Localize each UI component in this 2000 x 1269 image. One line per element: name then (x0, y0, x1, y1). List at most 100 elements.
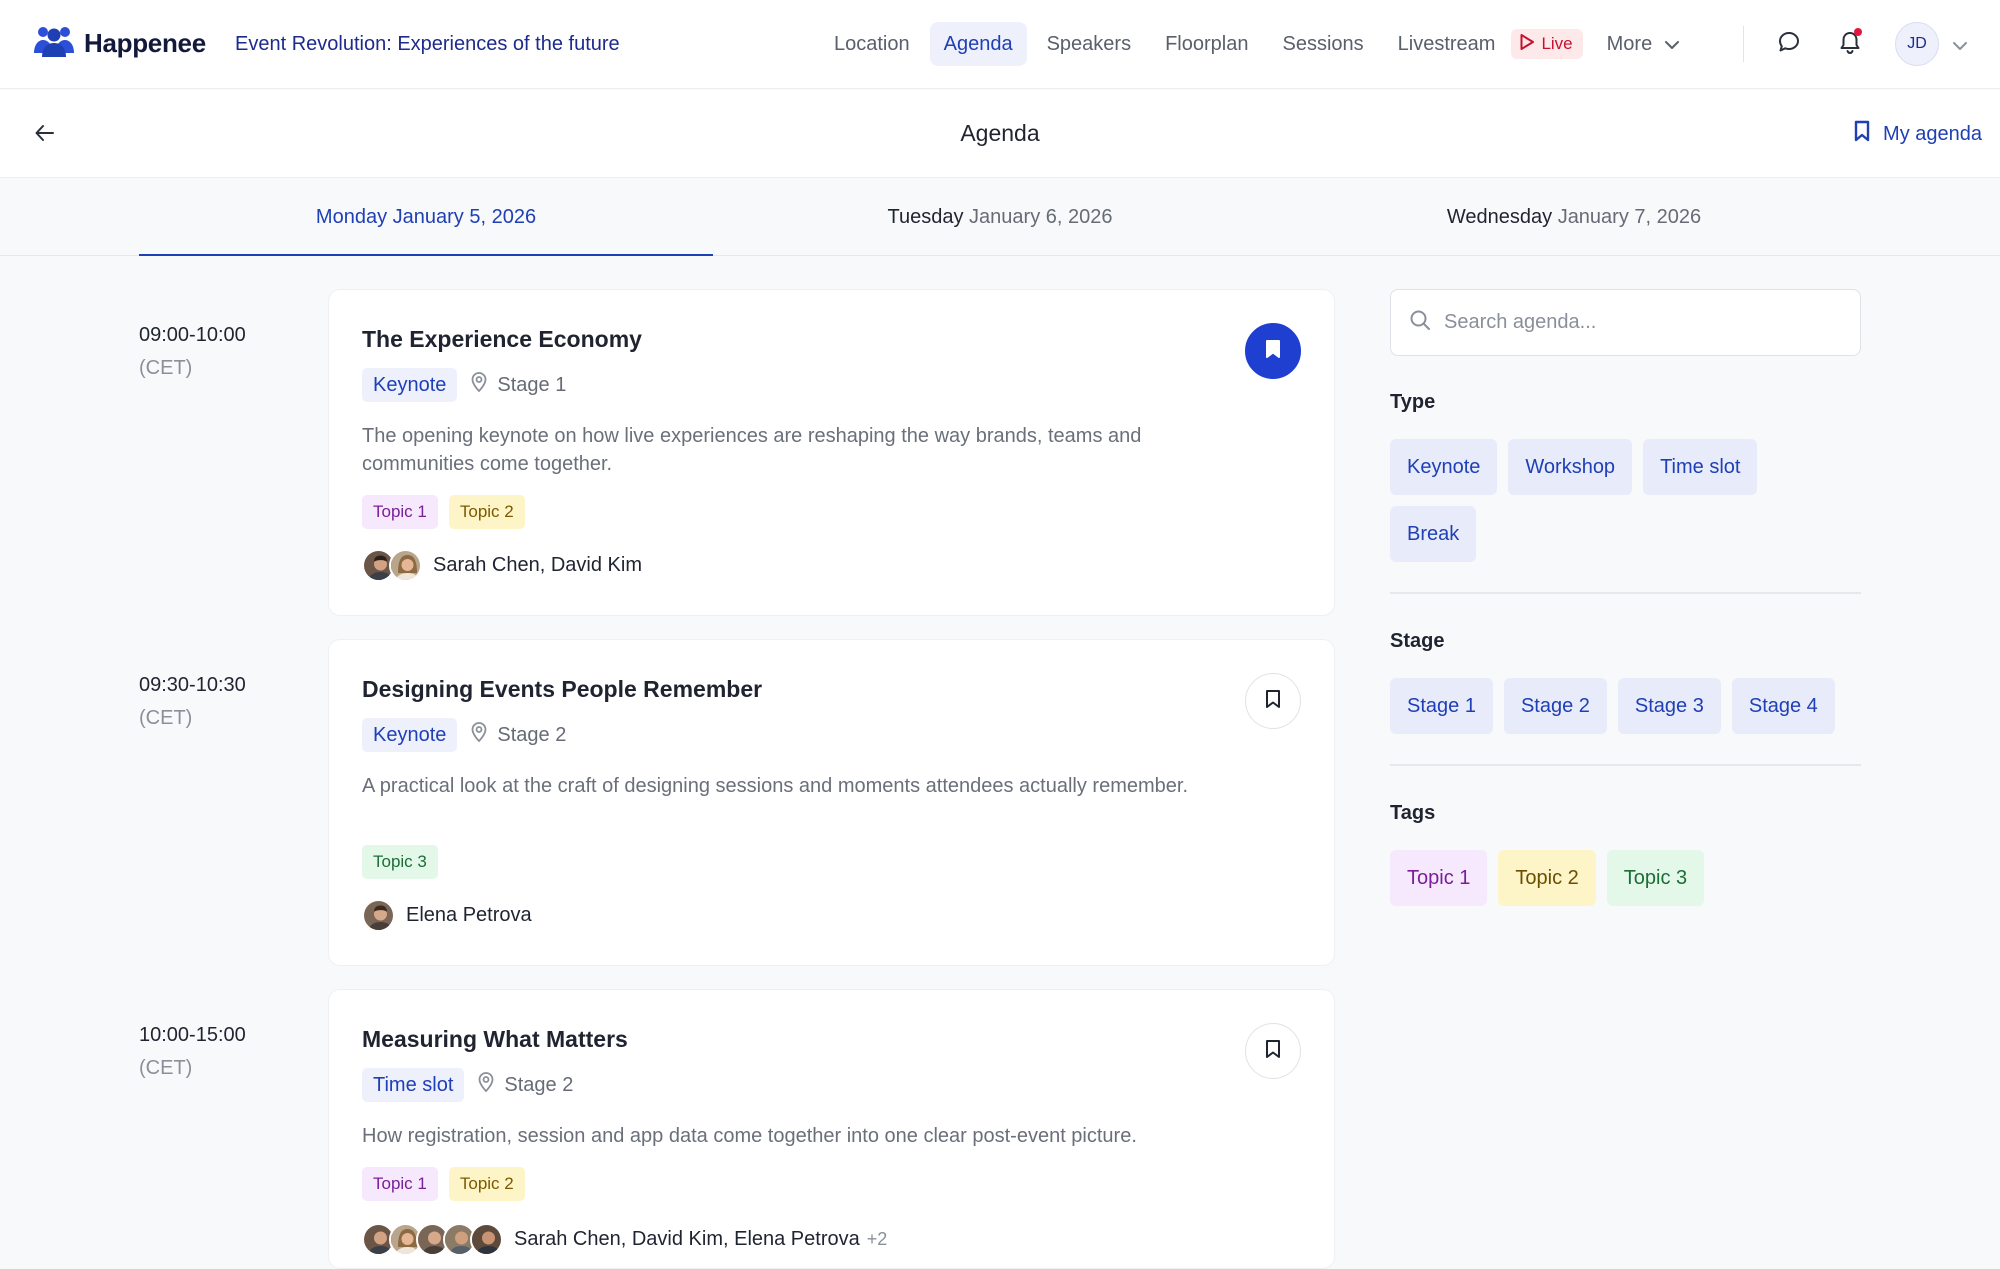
tab-tuesday[interactable]: Tuesday January 6, 2026 (713, 179, 1287, 256)
nav-item-location[interactable]: Location (820, 22, 924, 66)
bookmark-button[interactable] (1245, 1023, 1301, 1079)
filter-heading-stage: Stage (1390, 630, 1445, 652)
more-label: More (1606, 32, 1653, 55)
filter-chip-topic-3[interactable]: Topic 3 (1606, 850, 1705, 906)
session-stage-label: Stage 1 (497, 373, 567, 396)
session-tags: Topic 1 Topic 2 (362, 495, 536, 529)
filter-chip-stage-1[interactable]: Stage 1 (1390, 678, 1493, 734)
nav-item-livestream[interactable]: Livestream (1384, 22, 1510, 66)
speaker-names: Elena Petrova (406, 904, 532, 926)
session-card[interactable]: Designing Events People Remember Keynote… (328, 639, 1335, 966)
filter-divider (1390, 592, 1861, 594)
chevron-down-icon[interactable] (1952, 38, 1968, 56)
filter-type-options: Keynote Workshop Time slot Break (1390, 439, 1861, 573)
page-title: Agenda (960, 120, 1040, 146)
speaker-avatar (389, 549, 422, 582)
chat-button[interactable] (1777, 30, 1801, 59)
bookmark-button[interactable] (1245, 673, 1301, 729)
filter-chip-workshop[interactable]: Workshop (1508, 439, 1633, 495)
user-avatar[interactable]: JD (1895, 22, 1939, 66)
more-menu-button[interactable]: More (1607, 33, 1681, 56)
live-badge[interactable]: Live (1511, 29, 1583, 59)
search-box[interactable] (1390, 289, 1861, 356)
session-card[interactable]: Measuring What Matters Time slot Stage 2… (328, 989, 1335, 1269)
session-title[interactable]: Measuring What Matters (362, 1026, 628, 1053)
speaker-names: Sarah Chen, David Kim (433, 554, 642, 576)
tab-wednesday[interactable]: Wednesday January 7, 2026 (1287, 179, 1861, 256)
session-card[interactable]: The Experience Economy Keynote Stage 1 T… (328, 289, 1335, 616)
filter-chip-stage-4[interactable]: Stage 4 (1731, 678, 1835, 734)
play-icon (1519, 33, 1541, 56)
tag-topic-2: Topic 2 (448, 495, 525, 529)
filter-chip-break[interactable]: Break (1390, 506, 1477, 562)
search-input[interactable] (1444, 311, 1854, 334)
session-stage: Stage 2 (477, 1071, 573, 1099)
session-description: How registration, session and app data c… (362, 1125, 1137, 1147)
nav-item-speakers[interactable]: Speakers (1033, 22, 1146, 66)
filter-heading-type: Type (1390, 391, 1436, 413)
search-icon (1408, 308, 1432, 337)
session-stage: Stage 1 (470, 371, 566, 399)
session-time: 09:00-10:00 (CET) (139, 319, 246, 385)
bookmark-icon (1853, 120, 1883, 148)
filter-tags-options: Topic 1 Topic 2 Topic 3 (1390, 850, 1861, 917)
filter-chip-topic-2[interactable]: Topic 2 (1498, 850, 1596, 906)
session-meta: Keynote Stage 1 (362, 368, 566, 402)
session-title[interactable]: Designing Events People Remember (362, 676, 762, 703)
filter-chip-stage-3[interactable]: Stage 3 (1617, 678, 1721, 734)
brand-name: Happenee (84, 28, 206, 58)
speaker-names: Sarah Chen, David Kim, Elena Petrova (514, 1228, 860, 1250)
session-time: 10:00-15:00 (CET) (139, 1019, 246, 1085)
session-speakers[interactable]: Sarah Chen, David Kim (362, 549, 642, 582)
session-type-badge: Time slot (362, 1068, 465, 1102)
session-time-range: 09:30-10:30 (139, 674, 246, 696)
session-timezone: (CET) (139, 357, 193, 379)
tab-monday[interactable]: Monday January 5, 2026 (139, 179, 713, 256)
session-tags: Topic 3 (362, 845, 449, 879)
session-time-range: 10:00-15:00 (139, 1024, 246, 1046)
filter-stage-options: Stage 1 Stage 2 Stage 3 Stage 4 (1390, 678, 1861, 745)
bookmark-icon (1265, 339, 1281, 364)
filter-chip-stage-2[interactable]: Stage 2 (1503, 678, 1607, 734)
session-timezone: (CET) (139, 707, 193, 729)
tab-date: January 7, 2026 (1557, 206, 1702, 228)
tag-topic-1: Topic 1 (362, 495, 438, 529)
event-title[interactable]: Event Revolution: Experiences of the fut… (235, 33, 620, 56)
session-description: A practical look at the craft of designi… (362, 775, 1188, 797)
bell-icon (1839, 32, 1861, 58)
filter-chip-topic-1[interactable]: Topic 1 (1390, 850, 1488, 906)
tab-date: January 6, 2026 (969, 206, 1113, 228)
tab-date: January 5, 2026 (392, 206, 537, 228)
speaker-avatars (362, 1223, 503, 1256)
nav-divider (1743, 26, 1744, 62)
top-navigation-bar: Happenee Event Revolution: Experiences o… (0, 0, 2000, 89)
nav-item-floorplan[interactable]: Floorplan (1151, 22, 1262, 66)
session-timezone: (CET) (139, 1057, 193, 1079)
filter-chip-keynote[interactable]: Keynote (1390, 439, 1498, 495)
session-tags: Topic 1 Topic 2 (362, 1167, 536, 1201)
session-speakers[interactable]: Elena Petrova (362, 899, 532, 932)
my-agenda-button[interactable]: My agenda (1853, 120, 1982, 148)
nav-item-sessions[interactable]: Sessions (1268, 22, 1377, 66)
nav-item-agenda[interactable]: Agenda (929, 22, 1027, 66)
session-description: The opening keynote on how live experien… (362, 425, 1142, 475)
page-header: Agenda My agenda (0, 90, 2000, 178)
bookmark-button[interactable] (1245, 323, 1301, 379)
tag-topic-3: Topic 3 (362, 845, 438, 879)
session-meta: Keynote Stage 2 (362, 718, 566, 752)
chevron-down-icon (1652, 33, 1680, 56)
brand-logo[interactable]: Happenee (32, 23, 206, 64)
session-time: 09:30-10:30 (CET) (139, 669, 246, 735)
session-speakers[interactable]: Sarah Chen, David Kim, Elena Petrova +2 (362, 1223, 887, 1256)
speaker-avatars (362, 549, 422, 582)
chat-bubble-icon (1777, 32, 1801, 58)
speaker-avatars (362, 899, 395, 932)
session-type-badge: Keynote (362, 368, 458, 402)
notifications-button[interactable] (1839, 28, 1862, 59)
filter-chip-time-slot[interactable]: Time slot (1643, 439, 1758, 495)
session-title[interactable]: The Experience Economy (362, 326, 642, 353)
speaker-more-count: +2 (866, 1229, 888, 1249)
filter-heading-tags: Tags (1390, 802, 1436, 824)
live-label: Live (1541, 34, 1573, 53)
map-pin-icon (470, 371, 497, 399)
